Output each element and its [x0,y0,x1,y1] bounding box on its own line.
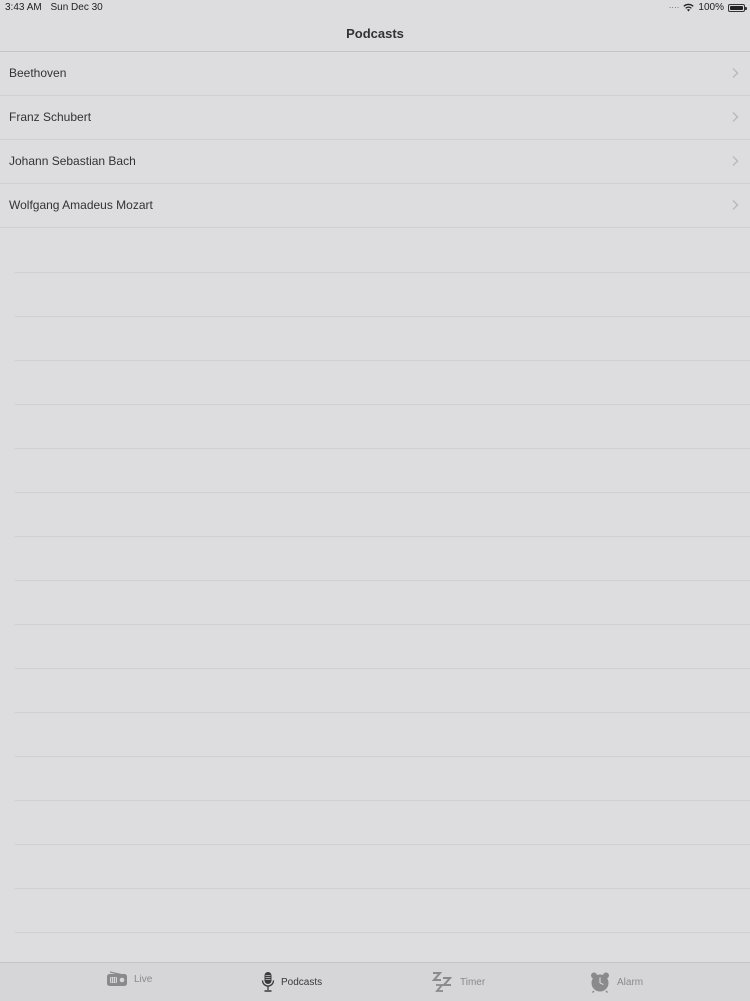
table-separator [15,844,750,845]
table-separator [15,448,750,449]
table-separator [15,756,750,757]
tab-alarm[interactable]: Alarm [589,971,643,993]
list-item-beethoven[interactable]: Beethoven [0,52,750,96]
list-item-wolfgang-amadeus-mozart[interactable]: Wolfgang Amadeus Mozart [0,184,750,228]
list-item-label: Wolfgang Amadeus Mozart [9,198,153,212]
tab-label: Podcasts [281,976,323,988]
table-separator [15,492,750,493]
battery-percent: 100% [698,2,724,13]
sleep-zzz-icon [432,972,453,992]
battery-fill [730,5,743,10]
cellular-signal-icon: ···· [668,2,680,12]
wifi-icon [683,3,695,12]
table-separator [15,316,750,317]
status-left: 3:43 AM Sun Dec 30 [5,2,103,13]
alarm-clock-icon [591,972,609,993]
list-item-johann-sebastian-bach[interactable]: Johann Sebastian Bach [0,140,750,184]
table-separator [15,712,750,713]
navigation-bar: Podcasts [0,16,750,52]
list-item-franz-schubert[interactable]: Franz Schubert [0,96,750,140]
tab-label: Live [134,973,153,985]
list-item-label: Beethoven [9,66,67,80]
list-item-label: Johann Sebastian Bach [9,154,136,168]
status-right: ···· 100% [668,2,747,13]
table-separator [15,624,750,625]
table-separator [15,272,750,273]
status-date: Sun Dec 30 [50,2,103,13]
tab-podcasts[interactable]: Podcasts [261,971,322,993]
tab-timer[interactable]: Timer [432,971,485,993]
table-separator [15,668,750,669]
table-separator [15,888,750,889]
table-separator [15,932,750,933]
tab-label: Timer [460,976,486,988]
battery-icon [728,3,747,12]
tab-label: Alarm [617,976,644,988]
chevron-right-icon [732,200,739,210]
table-separator [15,360,750,361]
podcast-list: Beethoven Franz Schubert Johann Sebastia… [0,52,750,228]
status-time: 3:43 AM [5,2,42,13]
table-separator [15,580,750,581]
page-title: Podcasts [346,26,404,41]
tab-bar: Live Podcasts Timer Alarm [0,962,750,1001]
table-separator [15,404,750,405]
table-separator [15,536,750,537]
status-bar: 3:43 AM Sun Dec 30 ···· 100% [0,0,750,16]
chevron-right-icon [732,112,739,122]
chevron-right-icon [732,156,739,166]
chevron-right-icon [732,68,739,78]
list-item-label: Franz Schubert [9,110,92,124]
radio-icon [107,971,127,986]
table-separator [15,800,750,801]
microphone-icon [261,972,275,992]
tab-live[interactable]: Live [106,971,152,987]
